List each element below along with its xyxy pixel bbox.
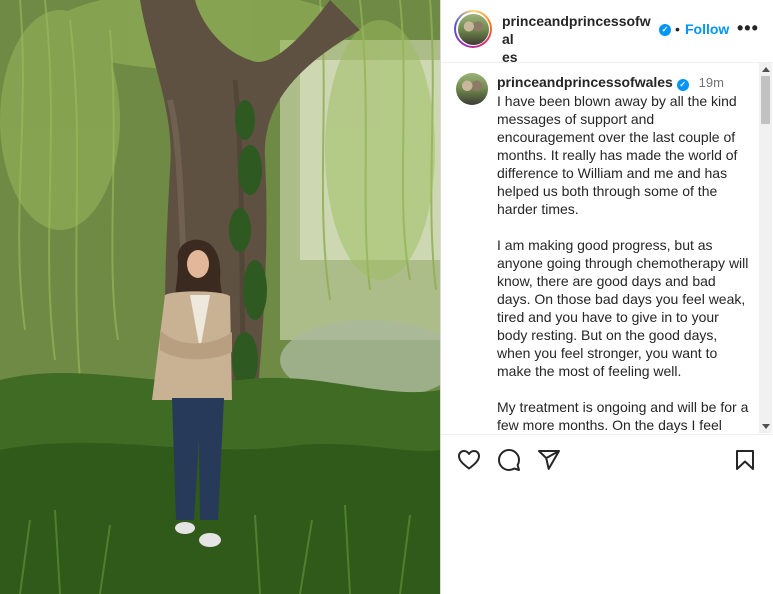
profile-avatar[interactable] [454,10,492,48]
scroll-up-arrow-icon[interactable] [762,67,770,72]
comment-icon[interactable] [497,448,521,472]
caption-paragraph: I have been blown away by all the kind m… [497,93,738,217]
caption-scrollbar[interactable] [759,63,772,433]
post-sidebar: princeandprincessofwal es ✓ • Follow •••… [440,0,773,594]
caption-username[interactable]: princeandprincessofwales [497,74,673,90]
divider [441,434,773,435]
username-line-1: princeandprincessofwal [502,13,651,47]
more-options-icon[interactable]: ••• [737,19,759,37]
caption-area[interactable]: princeandprincessofwales ✓ 19m I have be… [441,63,773,433]
header-username[interactable]: princeandprincessofwal es [502,12,652,66]
post-photo[interactable] [0,0,440,594]
heart-icon[interactable] [457,448,481,472]
caption-text: princeandprincessofwales ✓ 19m I have be… [497,73,749,433]
action-bar [441,448,773,474]
post-time[interactable]: 19m [699,75,724,90]
scroll-thumb[interactable] [761,76,770,124]
separator-dot: • [675,21,680,37]
share-icon[interactable] [537,448,561,472]
bookmark-icon[interactable] [733,448,757,472]
verified-badge-icon: ✓ [676,79,689,91]
caption-paragraph: I am making good progress, but as anyone… [497,237,749,379]
photo-illustration [0,0,440,594]
caption-paragraph: My treatment is ongoing and will be for … [497,399,749,433]
scroll-down-arrow-icon[interactable] [762,424,770,429]
avatar-image [456,73,488,105]
verified-badge-icon: ✓ [659,24,671,36]
avatar-image [457,13,489,45]
follow-button[interactable]: Follow [685,21,729,37]
post-header: princeandprincessofwal es ✓ • Follow ••• [441,0,773,66]
caption-avatar[interactable] [456,73,488,105]
